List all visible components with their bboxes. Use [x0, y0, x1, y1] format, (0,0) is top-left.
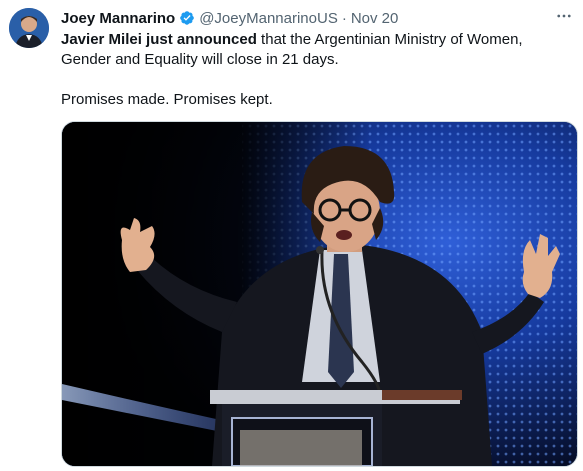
separator-dot: ·	[341, 9, 347, 27]
tweet-text: Javier Milei just announced that the Arg…	[61, 30, 561, 110]
author-handle[interactable]: @JoeyMannarinoUS	[199, 10, 338, 27]
tweet-date[interactable]: Nov 20	[351, 10, 399, 27]
tweet-text-bold: Javier Milei just announced	[61, 31, 257, 48]
tweet-paragraph-1: Javier Milei just announced that the Arg…	[61, 30, 561, 70]
more-options-icon[interactable]	[552, 6, 576, 26]
verified-badge-icon	[179, 10, 195, 26]
photo-illustration	[62, 122, 577, 466]
avatar[interactable]	[9, 8, 49, 48]
tweet-photo[interactable]	[61, 121, 578, 467]
author-name[interactable]: Joey Mannarino	[61, 10, 175, 27]
tweet-paragraph-2: Promises made. Promises kept.	[61, 91, 273, 108]
tweet-header: Joey Mannarino @JoeyMannarinoUS · Nov 20	[61, 8, 398, 28]
tweet-card[interactable]: Joey Mannarino @JoeyMannarinoUS · Nov 20…	[0, 0, 583, 471]
